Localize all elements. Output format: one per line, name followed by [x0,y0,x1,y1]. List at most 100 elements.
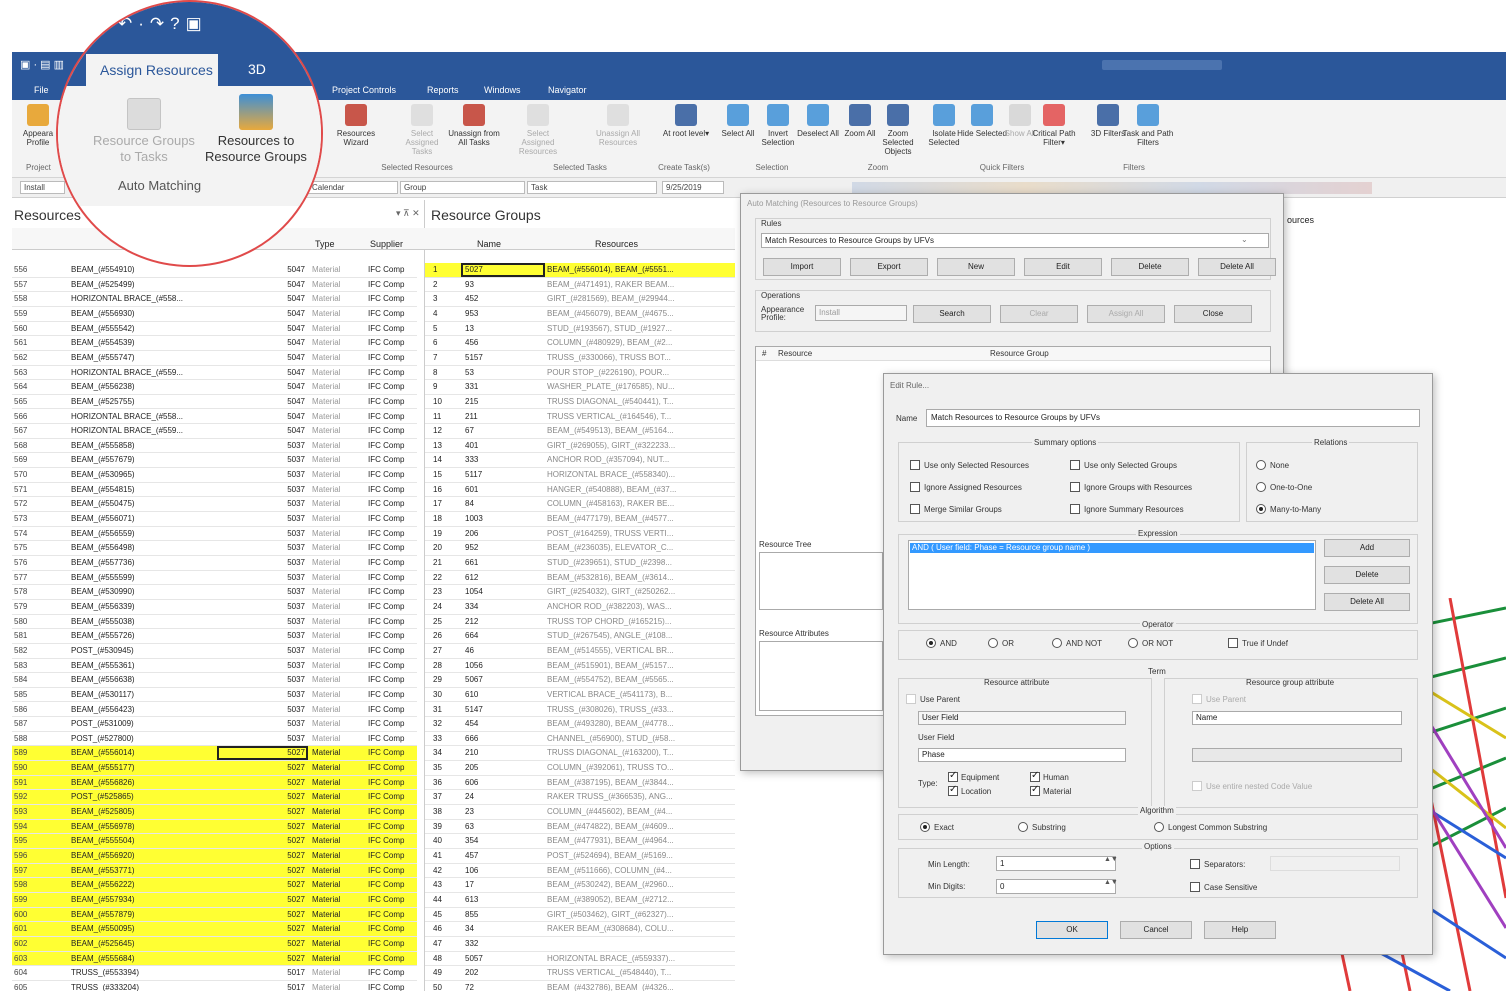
calendar-combo[interactable]: Calendar [308,181,398,194]
menu-windows[interactable]: Windows [484,85,521,95]
expression-item[interactable]: AND ( User field: Phase = Resource group… [910,543,1314,553]
true-if-undef-checkbox[interactable] [1228,638,1238,648]
table-row[interactable]: 1 5027 BEAM_(#556014), BEAM_(#5551... [425,263,735,278]
rules-button[interactable]: Import [763,258,841,276]
table-row[interactable]: 558 HORIZONTAL BRACE_(#558... 5047 Material… [12,292,417,307]
col-type[interactable]: Type [315,239,335,249]
separators-input[interactable] [1270,856,1400,871]
use-entire-code-checkbox[interactable] [1192,781,1202,791]
table-row[interactable]: 581 BEAM_(#555726) 5037 Material IFC Comp [12,629,417,644]
table-row[interactable]: 42 106 BEAM_(#511666), COLUMN_(#4... [425,864,735,879]
table-row[interactable]: 595 BEAM_(#555504) 5027 Material IFC Comp [12,834,417,849]
operation-button[interactable]: Close [1174,305,1252,323]
task-combo[interactable]: Task [527,181,657,194]
pane-pin-icon[interactable]: ▾ ⊼ ✕ [396,208,420,219]
col-resource-group[interactable]: Resource Group [990,349,1049,358]
table-row[interactable]: 36 606 BEAM_(#387195), BEAM_(#3844... [425,776,735,791]
table-row[interactable]: 568 BEAM_(#555858) 5037 Material IFC Comp [12,439,417,454]
table-row[interactable]: 603 BEAM_(#555684) 5027 Material IFC Comp [12,951,417,967]
col-name[interactable]: Name [477,239,501,249]
callout-3d-tab[interactable]: 3D [248,61,266,77]
table-row[interactable]: 598 BEAM_(#556222) 5027 Material IFC Comp [12,878,417,893]
table-row[interactable]: 6 456 COLUMN_(#480929), BEAM_(#2... [425,336,735,351]
table-row[interactable]: 28 1056 BEAM_(#515901), BEAM_(#5157... [425,659,735,674]
operation-button[interactable]: Clear [1000,305,1078,323]
table-row[interactable]: 599 BEAM_(#557934) 5027 Material IFC Comp [12,892,417,908]
table-row[interactable]: 582 POST_(#530945) 5037 Material IFC Comp [12,644,417,659]
rules-select[interactable]: Match Resources to Resource Groups by UF… [761,233,1269,248]
group-attribute-select[interactable]: Name [1192,711,1402,725]
table-row[interactable]: 601 BEAM_(#550095) 5027 Material IFC Comp [12,922,417,937]
undo-icon[interactable]: ↶ [118,14,138,33]
table-row[interactable]: 594 BEAM_(#556978) 5027 Material IFC Comp [12,819,417,835]
algorithm-radio[interactable] [1154,822,1164,832]
min-length-input[interactable]: 1 [996,856,1116,871]
group-use-parent-checkbox[interactable] [1192,694,1202,704]
operator-radio[interactable] [1052,638,1062,648]
table-row[interactable]: 559 BEAM_(#556930) 5047 Material IFC Comp [12,307,417,322]
table-row[interactable]: 16 601 HANGER_(#540888), BEAM_(#37... [425,483,735,498]
menu-project-controls[interactable]: Project Controls [332,85,396,95]
expression-button[interactable]: Delete [1324,566,1410,584]
table-row[interactable]: 47 332 [425,937,735,952]
table-row[interactable]: 563 HORIZONTAL BRACE_(#559... 5047 Material… [12,366,417,381]
operation-button[interactable]: Search [913,305,991,323]
table-row[interactable]: 26 664 STUD_(#267545), ANGLE_(#108... [425,629,735,644]
resource-tree[interactable] [759,552,883,610]
relation-radio[interactable] [1256,482,1266,492]
table-row[interactable]: 13 401 GIRT_(#269055), GIRT_(#322233... [425,439,735,454]
summary-checkbox[interactable] [910,504,920,514]
table-row[interactable]: 50 72 BEAM_(#432786), BEAM_(#4326... [425,981,735,991]
menu-navigator[interactable]: Navigator [548,85,587,95]
table-row[interactable]: 23 1054 GIRT_(#254032), GIRT_(#250262... [425,585,735,600]
menu-file[interactable]: File [34,85,49,95]
ok-button[interactable]: OK [1036,921,1108,939]
table-row[interactable]: 15 5117 HORIZONTAL BRACE_(#558340)... [425,468,735,483]
table-row[interactable]: 593 BEAM_(#525805) 5027 Material IFC Comp [12,805,417,820]
table-row[interactable]: 34 210 TRUSS DIAGONAL_(#163200), T... [425,746,735,762]
table-row[interactable]: 4 953 BEAM_(#456079), BEAM_(#4675... [425,307,735,322]
table-row[interactable]: 37 24 RAKER TRUSS_(#366535), ANG... [425,790,735,806]
table-row[interactable]: 557 BEAM_(#525499) 5047 Material IFC Comp [12,278,417,293]
table-row[interactable]: 560 BEAM_(#555542) 5047 Material IFC Comp [12,322,417,337]
table-row[interactable]: 19 206 POST_(#164259), TRUSS VERTI... [425,527,735,542]
table-row[interactable]: 596 BEAM_(#556920) 5027 Material IFC Comp [12,849,417,864]
case-sensitive-checkbox[interactable] [1190,882,1200,892]
table-row[interactable]: 20 952 BEAM_(#236035), ELEVATOR_C... [425,541,735,556]
resource-groups-to-tasks-button[interactable]: Resource Groups to Tasks [92,98,196,165]
summary-checkbox[interactable] [910,460,920,470]
table-row[interactable]: 556 BEAM_(#554910) 5047 Material IFC Comp [12,263,417,278]
table-row[interactable]: 574 BEAM_(#556559) 5037 Material IFC Comp [12,527,417,542]
appearance-profile-select[interactable]: Install [815,305,907,321]
callout-toolbar-icons[interactable]: ↶·↷?▣ [118,14,208,34]
group-combo[interactable]: Group [400,181,525,194]
table-row[interactable]: 602 BEAM_(#525645) 5027 Material IFC Comp [12,936,417,952]
summary-checkbox[interactable] [910,482,920,492]
table-row[interactable]: 21 661 STUD_(#239651), STUD_(#2398... [425,556,735,571]
table-row[interactable]: 32 454 BEAM_(#493280), BEAM_(#4778... [425,717,735,732]
table-row[interactable]: 43 17 BEAM_(#530242), BEAM_(#2960... [425,878,735,893]
table-row[interactable]: 48 5057 HORIZONTAL BRACE_(#559337)... [425,952,735,967]
algorithm-radio[interactable] [1018,822,1028,832]
table-row[interactable]: 35 205 COLUMN_(#392061), TRUSS TO... [425,761,735,776]
table-row[interactable]: 564 BEAM_(#556238) 5047 Material IFC Comp [12,380,417,395]
table-row[interactable]: 577 BEAM_(#555599) 5037 Material IFC Comp [12,571,417,586]
resource-attributes[interactable] [759,641,883,711]
operation-button[interactable]: Assign All [1087,305,1165,323]
table-row[interactable]: 588 POST_(#527800) 5037 Material IFC Comp [12,732,417,747]
algorithm-radio[interactable] [920,822,930,832]
help-button[interactable]: Help [1204,921,1276,939]
rules-chevron-down-icon[interactable]: ⌄ [1241,235,1248,244]
table-row[interactable]: 572 BEAM_(#550475) 5037 Material IFC Comp [12,497,417,513]
table-row[interactable]: 561 BEAM_(#554539) 5047 Material IFC Comp [12,336,417,351]
table-row[interactable]: 41 457 POST_(#524694), BEAM_(#5169... [425,849,735,864]
cancel-button[interactable]: Cancel [1120,921,1192,939]
ribbon-button[interactable]: Task and Path Filters [1122,104,1174,147]
group-field-select[interactable] [1192,748,1402,762]
table-row[interactable]: 11 211 TRUSS VERTICAL_(#164546), T... [425,410,735,425]
table-row[interactable]: 9 331 WASHER_PLATE_(#176585), NU... [425,380,735,395]
table-row[interactable]: 576 BEAM_(#557736) 5037 Material IFC Comp [12,556,417,571]
table-row[interactable]: 590 BEAM_(#555177) 5027 Material IFC Comp [12,761,417,776]
table-row[interactable]: 584 BEAM_(#556638) 5037 Material IFC Comp [12,673,417,688]
table-row[interactable]: 33 666 CHANNEL_(#56900), STUD_(#58... [425,732,735,747]
